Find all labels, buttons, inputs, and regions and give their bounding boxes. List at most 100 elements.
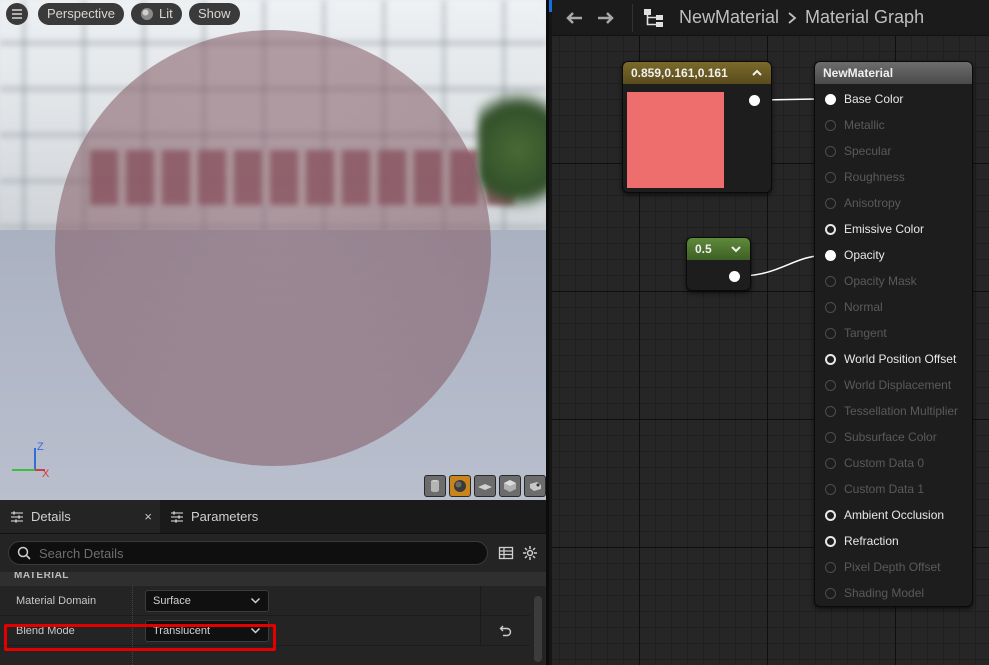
material-input-base-color[interactable]: Base Color (825, 89, 903, 109)
preview-cube-button[interactable] (499, 475, 521, 497)
material-input-pixel-depth-offset: Pixel Depth Offset (825, 557, 941, 577)
input-pin[interactable] (825, 353, 836, 365)
input-pin-label: Emissive Color (844, 222, 925, 236)
input-pin-label: Shading Model (844, 586, 925, 600)
material-input-opacity[interactable]: Opacity (825, 245, 885, 265)
tab-details[interactable]: Details × (0, 500, 160, 533)
settings-gear-icon[interactable] (522, 545, 538, 561)
input-pin-label: Opacity (844, 248, 885, 262)
breadcrumb-asset[interactable]: NewMaterial (679, 7, 779, 28)
constant-scalar-node[interactable]: 0.5 (686, 237, 751, 291)
material-input-specular: Specular (825, 141, 891, 161)
scalar-output-pin[interactable] (729, 271, 740, 282)
details-panel: Details × Parameters MATERIAL Material D… (0, 500, 546, 665)
table-view-icon[interactable] (498, 545, 514, 561)
input-pin (825, 145, 836, 157)
material-preview-viewport[interactable]: Perspective Lit Show Z X (0, 0, 546, 500)
details-search-row (0, 534, 546, 572)
input-pin-label: Base Color (844, 92, 904, 106)
tab-parameters[interactable]: Parameters (160, 500, 268, 533)
search-details-field[interactable] (8, 541, 488, 565)
expand-chevron-down-icon[interactable] (730, 243, 742, 255)
input-pin-label: Refraction (844, 534, 899, 548)
material-input-world-position-offset[interactable]: World Position Offset (825, 349, 956, 369)
constant-color-node[interactable]: 0.859,0.161,0.161 (622, 61, 772, 193)
show-label: Show (198, 6, 231, 21)
input-pin (825, 275, 836, 287)
input-pin[interactable] (825, 249, 836, 261)
sliders-icon (11, 511, 23, 522)
material-domain-dropdown[interactable]: Surface (145, 589, 269, 612)
property-row-partial (0, 646, 530, 665)
input-pin-label: Custom Data 0 (844, 456, 925, 470)
material-input-refraction[interactable]: Refraction (825, 531, 899, 551)
material-input-ambient-occlusion[interactable]: Ambient Occlusion (825, 505, 944, 525)
input-pin-label: World Position Offset (844, 352, 957, 366)
material-input-world-displacement: World Displacement (825, 375, 951, 395)
material-input-tessellation-multiplier: Tessellation Multiplier (825, 401, 958, 421)
forward-arrow-icon[interactable] (596, 10, 616, 26)
search-details-input[interactable] (39, 545, 459, 561)
input-pin[interactable] (825, 535, 836, 547)
sliders-icon (171, 511, 183, 522)
collapse-chevron-up-icon[interactable] (751, 67, 763, 79)
close-tab-icon[interactable]: × (144, 509, 152, 524)
input-pin (825, 457, 836, 469)
material-node-name: NewMaterial (823, 66, 894, 80)
panel-splitter[interactable] (546, 0, 549, 665)
input-pin (825, 483, 836, 495)
lit-label: Lit (159, 6, 173, 21)
preview-sphere-button[interactable] (449, 475, 471, 497)
preview-plane-button[interactable] (474, 475, 496, 497)
axis-z-label: Z (37, 441, 44, 453)
input-pin-label: Anisotropy (844, 196, 901, 210)
input-pin-label: Ambient Occlusion (844, 508, 945, 522)
input-pin-label: Subsurface Color (844, 430, 937, 444)
details-scrollbar[interactable] (534, 596, 542, 662)
material-graph-canvas[interactable]: NewMaterial Material Graph 0.859,0.161,0… (552, 0, 989, 665)
input-pin-label: Roughness (844, 170, 905, 184)
back-arrow-icon[interactable] (564, 10, 584, 26)
blend-mode-dropdown[interactable]: Translucent (145, 619, 269, 642)
input-pin[interactable] (825, 509, 836, 521)
material-input-emissive-color[interactable]: Emissive Color (825, 219, 924, 239)
material-node-title[interactable]: NewMaterial (815, 62, 972, 84)
material-input-shading-model: Shading Model (825, 583, 924, 603)
viewport-menu-button[interactable] (6, 3, 28, 25)
show-button[interactable]: Show (189, 3, 240, 25)
reset-slot (480, 586, 530, 615)
preview-custom-mesh-button[interactable] (524, 475, 546, 497)
color-output-pin[interactable] (749, 95, 760, 106)
input-pin (825, 119, 836, 131)
input-pin-label: Custom Data 1 (844, 482, 925, 496)
details-view-tools (498, 545, 538, 561)
input-pin[interactable] (825, 93, 836, 105)
material-input-custom-data-1: Custom Data 1 (825, 479, 924, 499)
input-pin-label: World Displacement (844, 378, 952, 392)
property-row-material-domain: Material Domain Surface (0, 586, 530, 616)
scalar-node-title[interactable]: 0.5 (687, 238, 750, 260)
input-pin-label: Metallic (844, 118, 885, 132)
input-pin (825, 431, 836, 443)
breadcrumb-view: Material Graph (805, 7, 925, 27)
section-material-header[interactable]: MATERIAL (0, 572, 546, 586)
teapot-icon (530, 482, 541, 491)
input-pin-label: Tangent (844, 326, 887, 340)
color-node-value: 0.859,0.161,0.161 (631, 66, 728, 80)
input-pin (825, 327, 836, 339)
input-pin (825, 197, 836, 209)
color-node-title[interactable]: 0.859,0.161,0.161 (623, 62, 771, 84)
input-pin-label: Specular (844, 144, 892, 158)
preview-cylinder-button[interactable] (424, 475, 446, 497)
axis-gizmo-icon: Z X (12, 441, 50, 480)
background-tree (478, 80, 546, 220)
input-pin[interactable] (825, 223, 836, 235)
chevron-down-icon (250, 597, 261, 604)
material-output-node[interactable]: NewMaterial Base Color Metallic Specular Ro… (814, 61, 973, 607)
perspective-button[interactable]: Perspective (38, 3, 124, 25)
material-input-subsurface-color: Subsurface Color (825, 427, 937, 447)
dropdown-value: Translucent (153, 624, 211, 637)
reset-to-default-button[interactable] (480, 616, 530, 645)
lit-button[interactable]: Lit (131, 3, 182, 25)
input-pin-label: Pixel Depth Offset (844, 560, 941, 574)
